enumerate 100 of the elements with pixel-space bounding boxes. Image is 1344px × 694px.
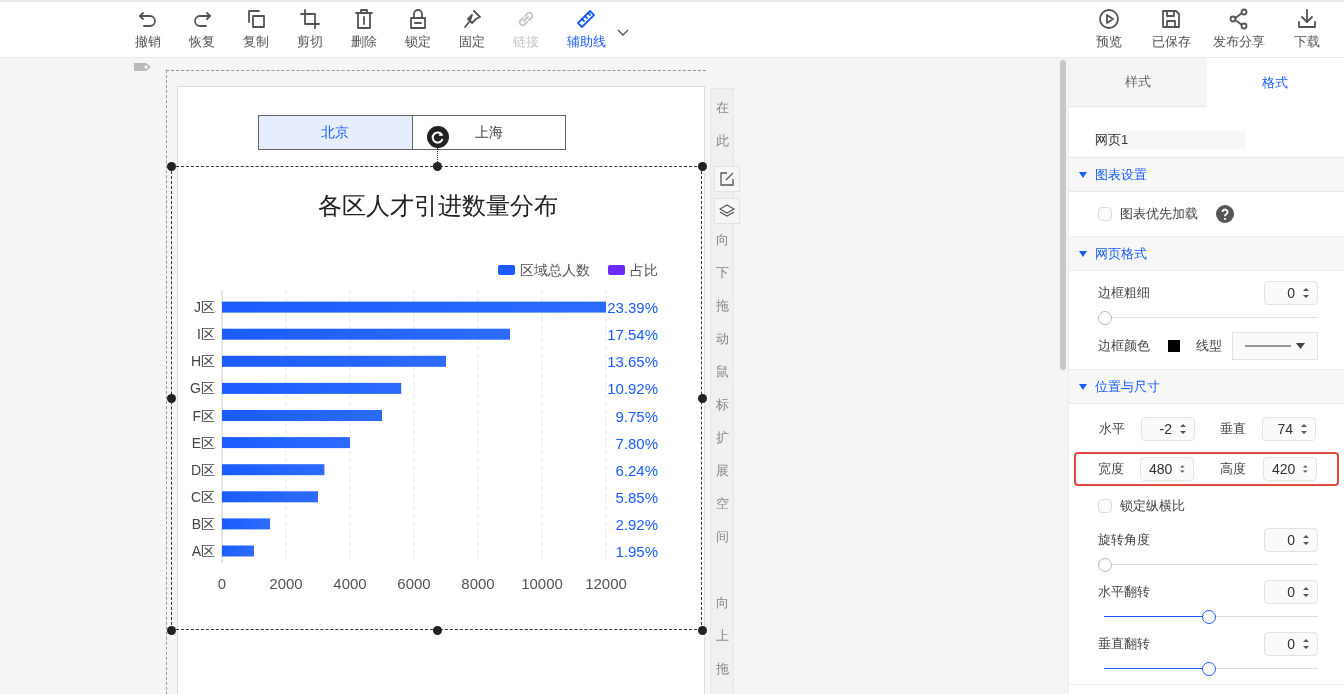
color-swatch[interactable]	[1168, 340, 1180, 352]
field-label: 水平翻转	[1098, 583, 1150, 602]
strip-hint: 向下拖动鼠标扩展空间	[715, 231, 729, 546]
resize-handle[interactable]	[433, 162, 442, 171]
number-input[interactable]: -2	[1141, 417, 1195, 441]
ruler-icon	[575, 7, 597, 30]
edit-icon	[719, 171, 735, 187]
value-label: 6.24%	[615, 461, 658, 479]
chevron-down-icon[interactable]	[617, 28, 629, 37]
toolbar-button[interactable]: 剪切	[283, 4, 337, 55]
number-input[interactable]: 420	[1263, 457, 1317, 481]
panel-tab[interactable]: 样式	[1069, 58, 1207, 107]
number-input[interactable]: 74	[1262, 417, 1316, 441]
spinner-icon[interactable]	[1301, 423, 1307, 435]
value-label: 1.95%	[615, 543, 658, 560]
axis-tick-label: 4000	[333, 575, 367, 592]
toolbar-button[interactable]: 恢复	[175, 4, 229, 55]
resize-handle[interactable]	[433, 626, 442, 635]
toolbar-button[interactable]: 固定	[445, 4, 499, 55]
name-field[interactable]: 网页1	[1095, 131, 1245, 149]
toolbar-button[interactable]: 辅助线	[553, 4, 619, 55]
field-label: 旋转角度	[1098, 531, 1150, 550]
axis-tick-label: 8000	[461, 575, 495, 592]
section-header[interactable]: 网页格式	[1069, 237, 1344, 271]
slider[interactable]	[1098, 311, 1318, 325]
dropdown-caret-icon	[1296, 343, 1305, 349]
field-label: 垂直	[1220, 420, 1247, 439]
section-header[interactable]: 位置与尺寸	[1069, 370, 1344, 404]
value-label: 2.92%	[615, 515, 658, 533]
axis-tick-label: 0	[217, 575, 227, 592]
line-sample-icon	[1245, 345, 1291, 347]
category-label: C区	[190, 488, 215, 505]
pin-icon	[461, 7, 483, 30]
caret-icon	[1079, 250, 1087, 257]
category-label: H区	[190, 353, 215, 370]
crop-icon	[299, 7, 321, 30]
trash-icon	[353, 7, 375, 30]
toolbar-button[interactable]: 发布分享	[1202, 4, 1276, 55]
legend-label: 区域总人数	[520, 262, 590, 278]
spinner-icon[interactable]	[1180, 423, 1186, 435]
layers-button[interactable]	[714, 198, 740, 224]
help-icon[interactable]	[1216, 205, 1234, 223]
legend-label: 占比	[630, 262, 658, 278]
number-input[interactable]: 0	[1264, 580, 1318, 604]
resize-handle[interactable]	[167, 394, 176, 403]
resize-handle[interactable]	[167, 626, 176, 635]
axis-tick-label: 2000	[269, 575, 303, 592]
caret-icon	[1079, 171, 1087, 178]
checkbox-label: 锁定纵横比	[1120, 497, 1185, 516]
resize-handle[interactable]	[698, 162, 707, 171]
number-input[interactable]: 0	[1264, 632, 1318, 656]
toolbar-button[interactable]: 复制	[229, 4, 283, 55]
city-tab[interactable]: 北京	[259, 116, 412, 149]
field-label: 宽度	[1098, 460, 1125, 479]
toolbar-button[interactable]: 撤销	[121, 4, 175, 55]
slider-thumb[interactable]	[1202, 662, 1216, 676]
spinner-icon[interactable]	[1303, 638, 1309, 650]
spinner-icon[interactable]	[1180, 463, 1185, 475]
edit-button[interactable]	[714, 166, 740, 192]
category-label: I区	[197, 326, 215, 343]
spinner-icon[interactable]	[1303, 534, 1309, 546]
checkbox[interactable]	[1098, 207, 1112, 221]
save-icon	[1160, 7, 1182, 30]
number-input[interactable]: 0	[1264, 528, 1318, 552]
category-label: B区	[191, 515, 215, 532]
slider-thumb[interactable]	[1202, 610, 1216, 624]
scrollbar[interactable]	[1060, 60, 1066, 370]
section-header[interactable]: 图表设置	[1069, 158, 1344, 192]
share-icon	[1228, 7, 1250, 30]
strip-hint: 向上拖	[715, 594, 729, 678]
value-label: 5.85%	[615, 488, 658, 506]
spinner-icon[interactable]	[1303, 463, 1308, 475]
resize-handle[interactable]	[698, 394, 707, 403]
spinner-icon[interactable]	[1303, 586, 1309, 598]
checkbox-label: 图表优先加载	[1120, 205, 1198, 224]
spinner-icon[interactable]	[1303, 287, 1309, 299]
value-label: 17.54%	[607, 326, 658, 344]
rotate-handle-icon[interactable]	[427, 126, 449, 148]
toolbar-button[interactable]: 下载	[1276, 4, 1338, 55]
number-input[interactable]: 0	[1264, 281, 1318, 305]
slider-thumb[interactable]	[1098, 558, 1112, 572]
number-input[interactable]: 480	[1140, 457, 1194, 481]
layers-icon	[719, 203, 735, 219]
toolbar-button[interactable]: 锁定	[391, 4, 445, 55]
play-icon	[1098, 7, 1120, 30]
category-label: J区	[194, 299, 215, 316]
checkbox[interactable]	[1098, 499, 1112, 513]
value-label: 23.39%	[607, 299, 658, 317]
toolbar-button[interactable]: 删除	[337, 4, 391, 55]
toolbar-button[interactable]: 预览	[1078, 4, 1140, 55]
tag-icon	[134, 62, 152, 72]
slider[interactable]	[1098, 558, 1318, 572]
slider-thumb[interactable]	[1098, 311, 1112, 325]
category-label: F区	[192, 407, 215, 424]
line-style-select[interactable]	[1232, 332, 1318, 360]
value-label: 13.65%	[607, 353, 658, 371]
resize-handle[interactable]	[698, 626, 707, 635]
toolbar-button[interactable]: 已保存	[1140, 4, 1202, 55]
resize-handle[interactable]	[167, 162, 176, 171]
bar	[222, 545, 254, 557]
